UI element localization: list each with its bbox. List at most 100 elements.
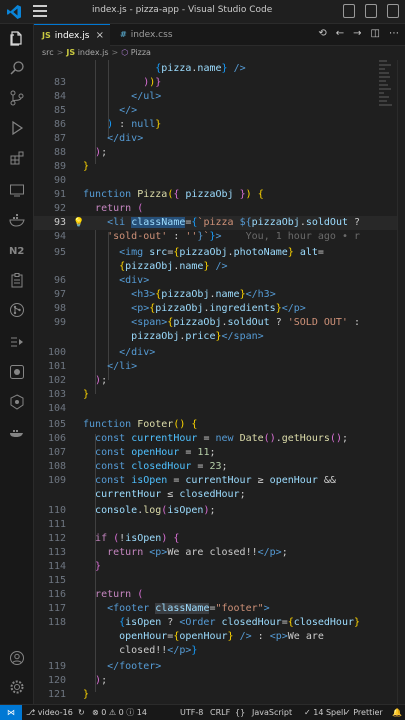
remote-indicator-icon[interactable]: ⋈ [0, 705, 22, 720]
editor-actions: ⟲ ← → ◫ ⋯ [318, 28, 399, 39]
git-graph-icon[interactable] [9, 302, 25, 318]
code-line: 98 <p>{pizzaObj.ingredients}</p> [53, 303, 306, 314]
code-line: 107 const openHour = 11; [47, 447, 216, 458]
docker-whale-icon[interactable] [9, 424, 25, 440]
code-line: 92 return ( [53, 203, 144, 214]
code-line: 104 [47, 403, 66, 414]
code-line: 114 } [47, 561, 102, 572]
sync-icon[interactable]: ↻ [78, 705, 85, 720]
n2-icon[interactable]: N2 [9, 242, 25, 258]
breadcrumb-file[interactable]: index.js [78, 48, 109, 57]
toggle-secondary-sidebar-icon[interactable] [387, 4, 399, 18]
go-back-icon[interactable]: ← [336, 28, 344, 39]
compare-changes-icon[interactable]: ⟲ [318, 28, 326, 39]
breadcrumb-folder[interactable]: src [42, 48, 54, 57]
eol-indicator[interactable]: CRLF [210, 705, 230, 720]
code-line: 120 ); [47, 675, 108, 686]
tab-label: index.js [54, 31, 90, 41]
code-line: 89} [53, 161, 90, 172]
split-editor-icon[interactable]: ◫ [371, 28, 380, 39]
code-line: openHour={openHour} /> : <p>We are [119, 631, 324, 642]
code-line: 119 </footer> [47, 661, 162, 672]
docker-icon[interactable] [9, 212, 25, 228]
code-line: 105 function Footer() { [47, 419, 198, 430]
code-line: 91 function Pizza({ pizzaObj }) { [53, 189, 264, 200]
kubernetes-icon[interactable] [9, 394, 25, 410]
close-icon[interactable]: × [96, 25, 104, 47]
encoding-indicator[interactable]: UTF-8 [180, 705, 203, 720]
code-editor[interactable]: {pizza.name} /> 83 ))} 84 </ul> 85 </> 8… [34, 60, 405, 704]
explorer-icon[interactable] [9, 30, 25, 46]
more-actions-icon[interactable]: ⋯ [389, 28, 399, 39]
code-line: 108 const closedHour = 23; [47, 461, 228, 472]
code-line: pizzaObj.price}</span> [131, 331, 264, 342]
code-line: 103} [47, 389, 90, 400]
code-line: closed!!</p>} [83, 645, 198, 656]
window-title: index.js - pizza-app - Visual Studio Cod… [92, 5, 273, 15]
github-icon[interactable] [9, 364, 25, 380]
css-icon: # [120, 30, 127, 39]
chevron-right-icon: > [111, 48, 119, 57]
current-code-line: 93 💡 <li className={`pizza ${pizzaObj.sol… [34, 216, 405, 230]
function-symbol-icon: ⬡ [121, 48, 129, 57]
vertical-scrollbar[interactable] [397, 60, 405, 704]
code-line: 90 [53, 175, 66, 186]
problems-indicator[interactable]: ⊗ 0 ⚠ 0 ⓘ 14 [92, 705, 147, 720]
code-line: currentHour ≤ closedHour; [95, 489, 246, 500]
account-icon[interactable] [9, 650, 25, 666]
code-line: 84 </ul> [53, 91, 162, 102]
code-line: 106 const currentHour = new Date().getHo… [47, 433, 348, 444]
code-line: 112 if (!isOpen) { [47, 533, 180, 544]
chevron-right-icon: > [56, 48, 64, 57]
branch-indicator[interactable]: ⎇ video-16 [26, 705, 73, 720]
status-bar: ⋈ ⎇ video-16 ↻ ⊗ 0 ⚠ 0 ⓘ 14 UTF-8 CRLF {… [0, 704, 405, 720]
search-icon[interactable] [9, 60, 25, 76]
tab-index-css[interactable]: # index.css [112, 24, 184, 46]
code-line: 86 ) : null} [53, 119, 162, 130]
extensions-icon[interactable] [9, 150, 25, 166]
menu-icon[interactable] [33, 5, 47, 19]
git-blame-annotation: You, 1 hour ago • r [245, 231, 361, 242]
breadcrumb-symbol[interactable]: Pizza [131, 48, 151, 57]
prettier-indicator[interactable]: ✓ Prettier [344, 705, 383, 720]
title-bar: index.js - pizza-app - Visual Studio Cod… [0, 0, 405, 24]
code-line: 83 ))} [53, 77, 162, 88]
source-control-icon[interactable] [9, 90, 25, 106]
code-line: 109 const isOpen = currentHour ≥ openHou… [47, 475, 336, 486]
code-line: 110 console.log(isOpen); [47, 505, 216, 516]
window-layout-controls[interactable] [343, 4, 399, 18]
editor-tabs: JS index.js × # index.css ⟲ ← → ◫ ⋯ [34, 24, 405, 46]
spell-checker-indicator[interactable]: ✓ 14 Spell [304, 705, 346, 720]
code-line: 85 </> [53, 105, 138, 116]
testing-icon[interactable] [9, 334, 25, 350]
toggle-panel-icon[interactable] [365, 4, 377, 18]
code-line: 102 ); [47, 375, 108, 386]
code-line: 101 </li> [47, 361, 138, 372]
code-line: 95 <img src={pizzaObj.photoName} alt= [53, 247, 324, 258]
code-line: 117 <footer className="footer"> [47, 603, 270, 614]
go-forward-icon[interactable]: → [353, 28, 361, 39]
svg-text:N2: N2 [9, 246, 24, 257]
code-line: {pizzaObj.name} /> [119, 261, 228, 272]
notifications-bell-icon[interactable]: 🔔 [392, 705, 402, 720]
code-line: 113 return <p>We are closed!!</p>; [47, 547, 288, 558]
settings-icon[interactable] [9, 679, 25, 695]
code-line: 94 'sold-out' : ''}`}> You, 1 hour ago •… [53, 231, 361, 242]
run-debug-icon[interactable] [9, 120, 25, 136]
language-mode[interactable]: JavaScript [252, 705, 292, 720]
minimap[interactable] [379, 60, 393, 700]
tab-index-js[interactable]: JS index.js × [34, 24, 110, 46]
code-line: 96 <div> [53, 275, 150, 286]
toggle-sidebar-icon[interactable] [343, 4, 355, 18]
breadcrumb: src > JS index.js > ⬡ Pizza [34, 46, 405, 60]
remote-explorer-icon[interactable] [9, 182, 25, 198]
code-line: 118 {isOpen ? <Order closedHour={closedH… [47, 617, 361, 628]
activity-bar: N2 [0, 24, 34, 704]
javascript-icon: JS [66, 48, 76, 57]
code-line: 87 </div> [53, 133, 144, 144]
code-line: 100 </div> [47, 347, 156, 358]
code-line: 121} [47, 689, 90, 700]
braces-icon[interactable]: {} [235, 705, 245, 720]
code-line: 116 return ( [47, 589, 144, 600]
clipboard-icon[interactable] [9, 272, 25, 288]
